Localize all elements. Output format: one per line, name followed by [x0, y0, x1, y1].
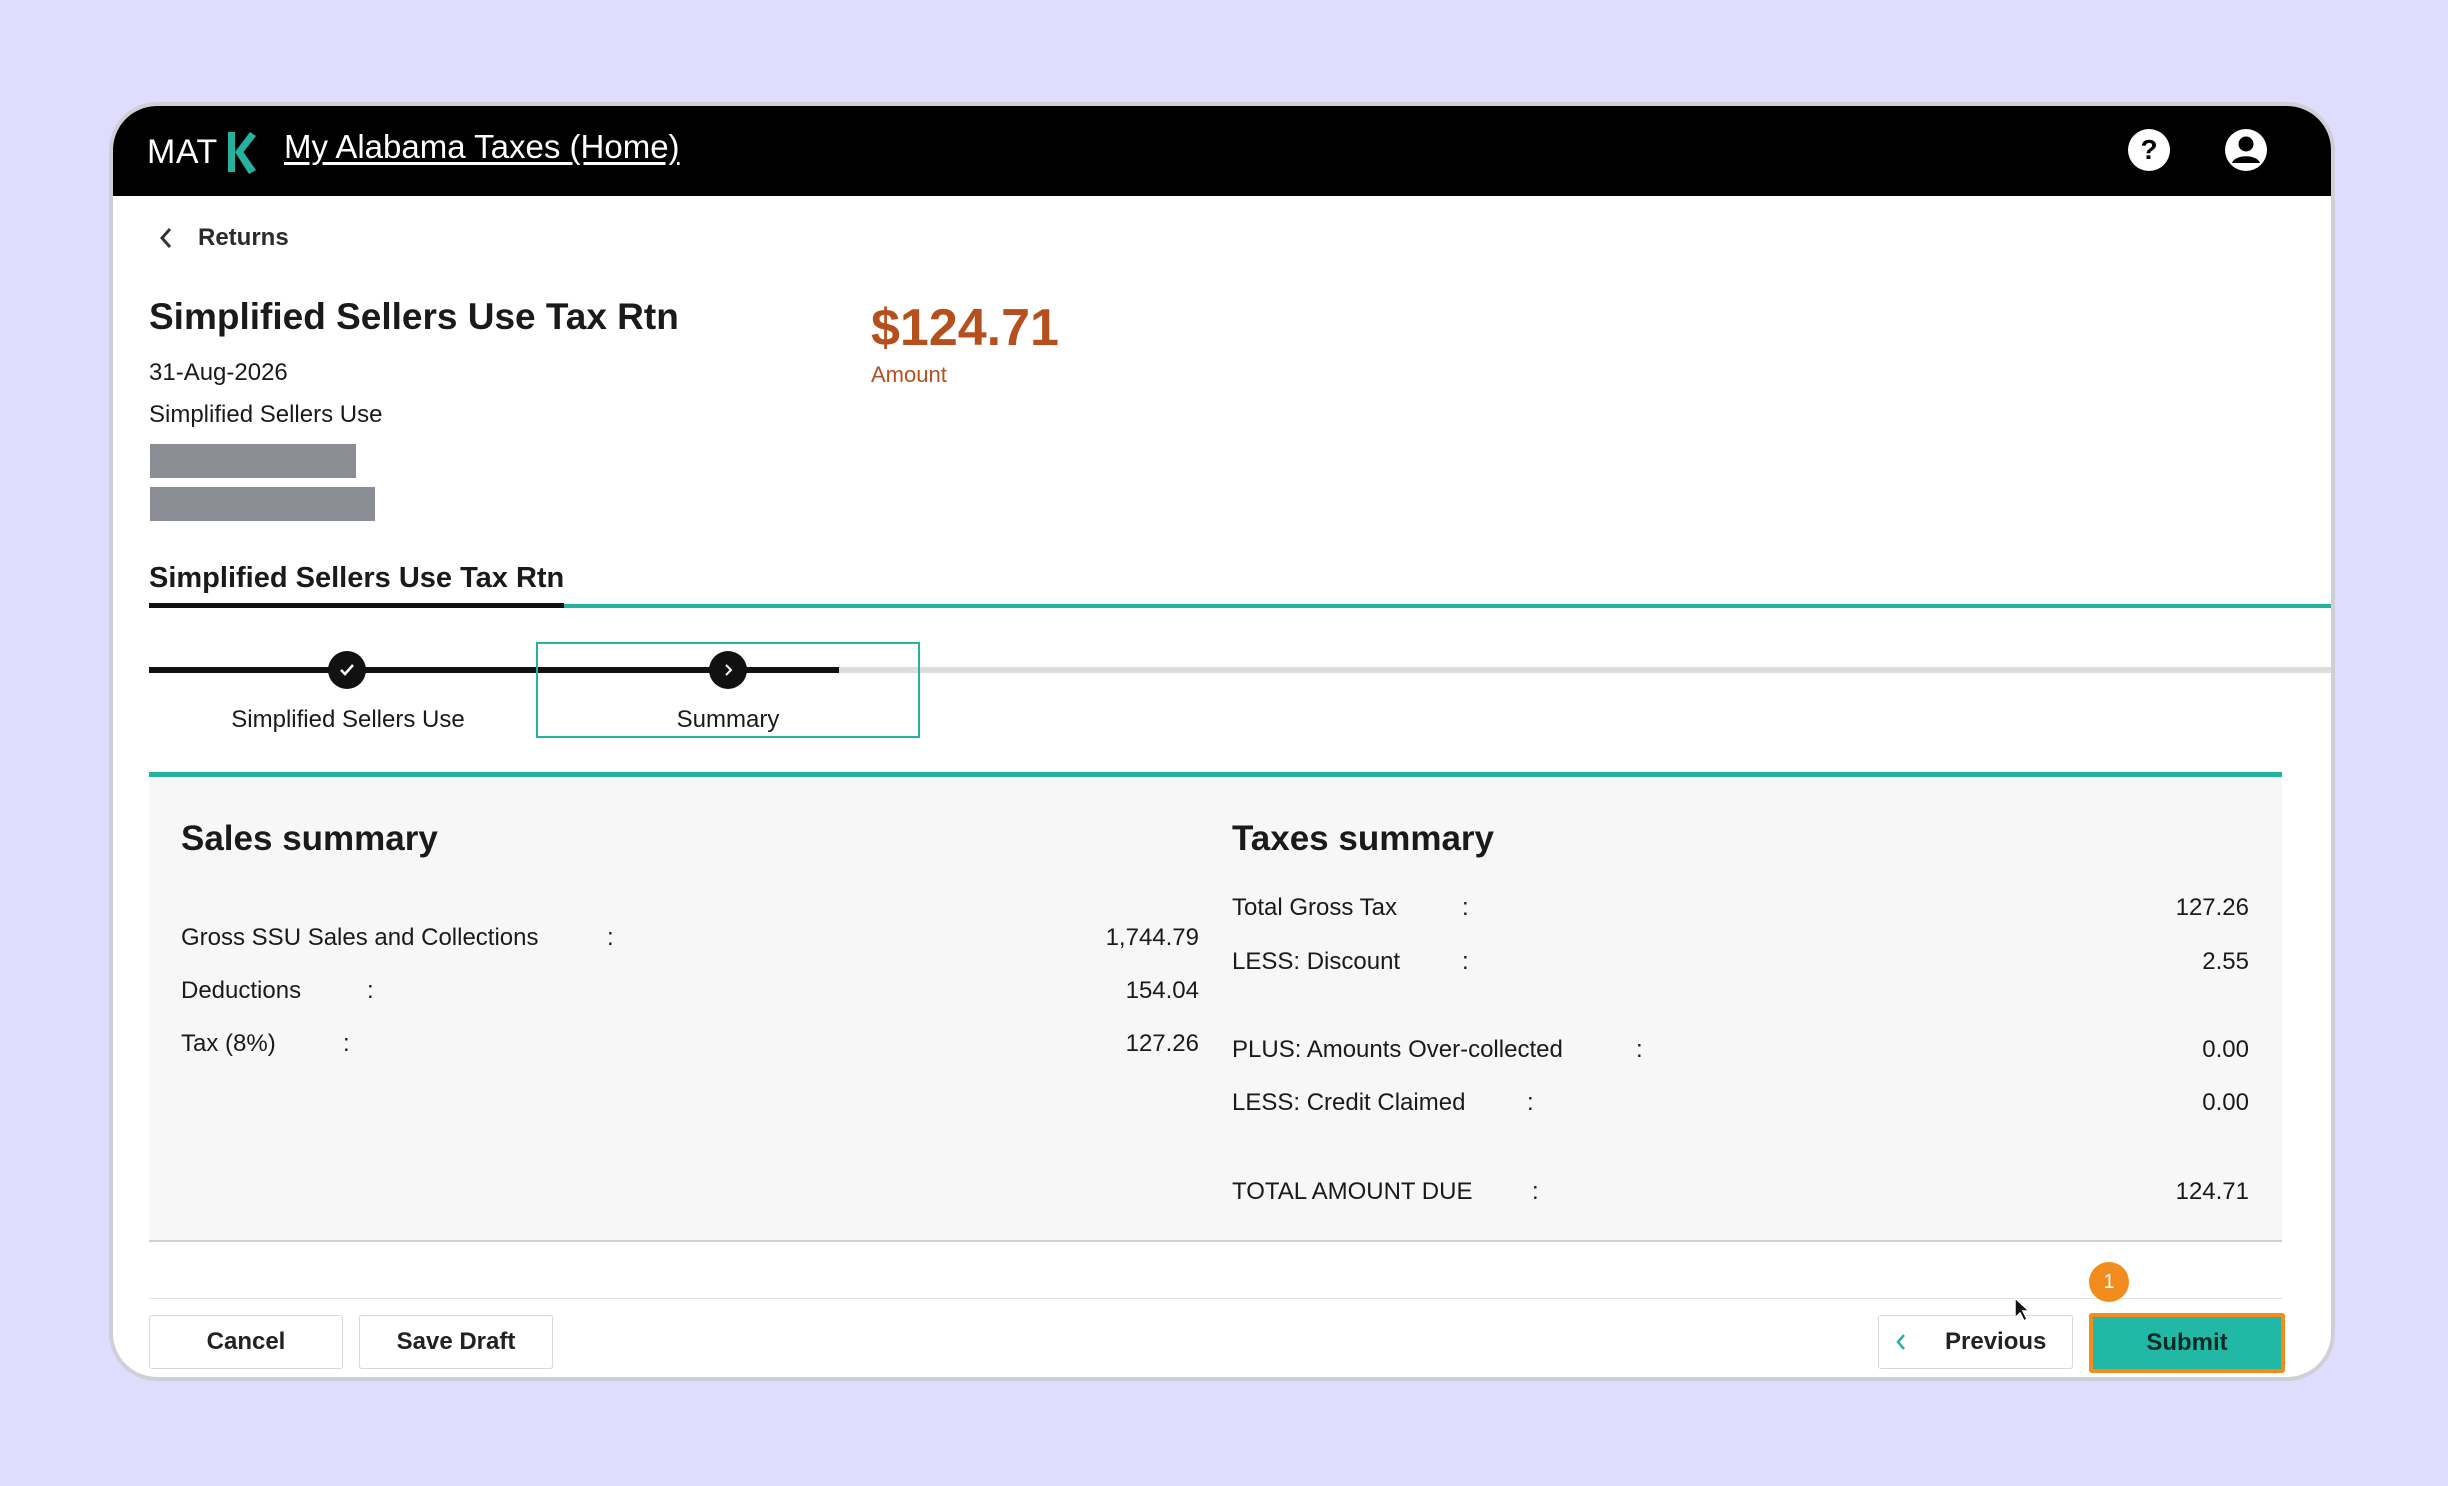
footer-divider — [149, 1298, 2282, 1299]
top-bar: MAT My Alabama Taxes (Home) ? — [113, 106, 2331, 196]
stepper-track — [839, 667, 2331, 673]
back-label: Returns — [198, 224, 289, 251]
app-window: MAT My Alabama Taxes (Home) ? Returns Si… — [113, 106, 2331, 1377]
step-badge: 1 — [2089, 1262, 2129, 1302]
tax-row-value: 0.00 — [2202, 1036, 2249, 1063]
return-type: Simplified Sellers Use — [149, 401, 383, 428]
total-due-label: TOTAL AMOUNT DUE — [1232, 1178, 1473, 1205]
amount-value: $124.71 — [871, 299, 1059, 357]
colon: : — [343, 1030, 350, 1057]
tab-divider — [564, 604, 2331, 608]
mouse-cursor-icon — [2014, 1296, 2031, 1322]
step-2-label[interactable]: Summary — [588, 706, 868, 734]
tax-row-value: 127.26 — [2175, 894, 2249, 921]
svg-text:?: ? — [2140, 134, 2157, 165]
tax-row-label: LESS: Credit Claimed — [1232, 1089, 1466, 1116]
logo-text: MAT — [147, 132, 218, 171]
sales-row-label: Deductions — [181, 977, 302, 1004]
tab-return[interactable]: Simplified Sellers Use Tax Rtn — [149, 562, 564, 595]
amount-label: Amount — [871, 362, 947, 387]
tax-row-value: 2.55 — [2202, 948, 2249, 975]
home-link[interactable]: My Alabama Taxes (Home) — [284, 128, 680, 166]
sales-row-value: 127.26 — [1125, 1030, 1199, 1057]
step-1-check-icon[interactable] — [328, 651, 366, 689]
chevron-right-icon — [725, 664, 733, 676]
checkmark-icon — [340, 664, 354, 676]
help-circle-icon[interactable]: ? — [2125, 126, 2173, 174]
return-period: 31-Aug-2026 — [149, 359, 288, 386]
step-2-chevron-icon[interactable] — [709, 651, 747, 689]
cancel-button[interactable]: Cancel — [149, 1315, 343, 1369]
colon: : — [1532, 1178, 1539, 1205]
back-to-returns[interactable]: Returns — [158, 224, 289, 252]
tax-row-label: Total Gross Tax — [1232, 894, 1397, 921]
colon: : — [367, 977, 374, 1004]
total-due-value: 124.71 — [2175, 1178, 2249, 1205]
sales-row-label: Gross SSU Sales and Collections — [181, 924, 539, 951]
logo[interactable]: MAT — [147, 130, 256, 174]
previous-label: Previous — [1945, 1328, 2047, 1355]
tax-row-value: 0.00 — [2202, 1089, 2249, 1116]
redacted-account-name — [150, 487, 375, 521]
colon: : — [1527, 1089, 1534, 1116]
sales-row-value: 154.04 — [1125, 977, 1199, 1004]
colon: : — [1636, 1036, 1643, 1063]
save-draft-button[interactable]: Save Draft — [359, 1315, 553, 1369]
account-circle-icon[interactable] — [2222, 126, 2270, 174]
summary-panel: Sales summary Gross SSU Sales and Collec… — [149, 772, 2282, 1242]
sales-row-value: 1,744.79 — [1105, 924, 1199, 951]
tax-row-label: LESS: Discount — [1232, 948, 1401, 975]
chevron-left-icon — [159, 228, 172, 248]
tax-row-label: PLUS: Amounts Over-collected — [1232, 1036, 1563, 1063]
taxes-summary-heading: Taxes summary — [1232, 819, 1495, 858]
logo-mark-icon — [227, 132, 256, 174]
return-title: Simplified Sellers Use Tax Rtn — [149, 296, 679, 337]
tab-active-indicator — [149, 603, 564, 608]
chevron-left-icon — [1896, 1334, 1905, 1350]
sales-row-label: Tax (8%) — [181, 1030, 276, 1057]
step-1-label[interactable]: Simplified Sellers Use — [208, 706, 488, 734]
colon: : — [1462, 948, 1469, 975]
sales-summary-heading: Sales summary — [181, 819, 438, 858]
redacted-account-id — [150, 444, 356, 478]
colon: : — [1462, 894, 1469, 921]
colon: : — [607, 924, 614, 951]
submit-button[interactable]: Submit — [2089, 1313, 2285, 1373]
previous-button[interactable]: Previous — [1878, 1315, 2073, 1369]
